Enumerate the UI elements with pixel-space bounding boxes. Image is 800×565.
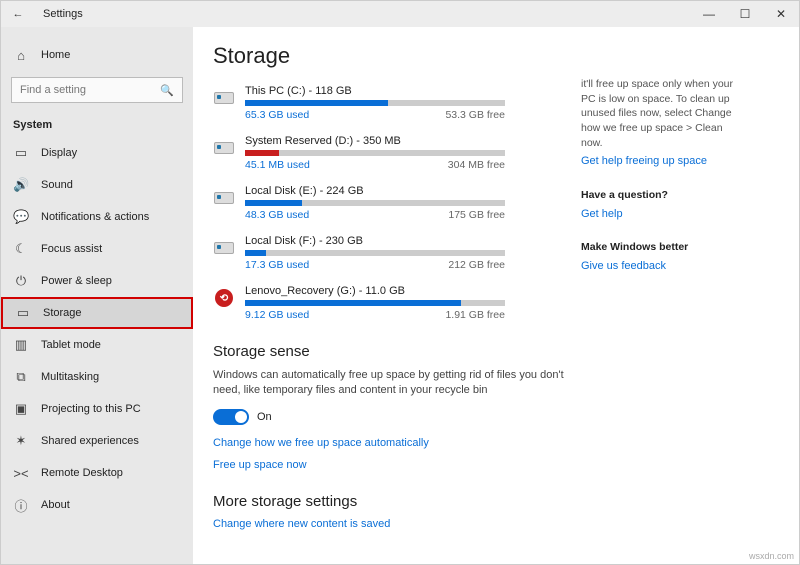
sidebar-item-label: Notifications & actions	[41, 211, 149, 223]
sidebar-item-sound[interactable]: 🔊 Sound	[1, 169, 193, 201]
drive-row[interactable]: ⟲ Lenovo_Recovery (G:) - 11.0 GB 9.12 GB…	[213, 285, 573, 321]
sidebar-item-icon: ⏻	[13, 273, 29, 289]
link-free-up-now[interactable]: Free up space now	[213, 459, 573, 471]
sidebar-item-projecting-to-this-pc[interactable]: ▣ Projecting to this PC	[1, 393, 193, 425]
sidebar-item-tablet-mode[interactable]: ▥ Tablet mode	[1, 329, 193, 361]
search-placeholder: Find a setting	[20, 84, 160, 96]
sidebar-item-about[interactable]: ⓘ About	[1, 489, 193, 521]
drive-used: 48.3 GB used	[245, 209, 309, 221]
search-icon: 🔍	[160, 84, 174, 97]
window-title: Settings	[43, 8, 83, 20]
page-title: Storage	[213, 43, 573, 69]
sidebar-item-shared-experiences[interactable]: ✶ Shared experiences	[1, 425, 193, 457]
drive-used: 9.12 GB used	[245, 309, 309, 321]
sidebar-item-icon: 🔊	[13, 177, 29, 193]
sidebar-section-header: System	[1, 109, 193, 137]
drive-row[interactable]: This PC (C:) - 118 GB 65.3 GB used 53.3 …	[213, 85, 573, 121]
aside-feedback-heading: Make Windows better	[581, 240, 737, 255]
maximize-button[interactable]: ☐	[727, 1, 763, 27]
home-icon: ⌂	[13, 48, 29, 63]
drive-used: 45.1 MB used	[245, 159, 310, 171]
drive-free: 1.91 GB free	[445, 309, 505, 321]
aside-panel: it'll free up space only when your PC is…	[573, 27, 753, 564]
titlebar: ← Settings — ☐ ✕	[1, 1, 799, 27]
drive-used: 65.3 GB used	[245, 109, 309, 121]
sidebar-item-display[interactable]: ▭ Display	[1, 137, 193, 169]
drive-row[interactable]: Local Disk (F:) - 230 GB 17.3 GB used 21…	[213, 235, 573, 271]
drive-name: Lenovo_Recovery (G:) - 11.0 GB	[245, 285, 573, 297]
storage-sense-toggle[interactable]	[213, 409, 249, 425]
drive-free: 175 GB free	[448, 209, 505, 221]
drive-free: 212 GB free	[448, 259, 505, 271]
drive-usage-bar	[245, 150, 505, 156]
drive-name: Local Disk (F:) - 230 GB	[245, 235, 573, 247]
sidebar-item-label: Focus assist	[41, 243, 102, 255]
close-button[interactable]: ✕	[763, 1, 799, 27]
sidebar-item-label: Power & sleep	[41, 275, 112, 287]
sidebar-item-label: Remote Desktop	[41, 467, 123, 479]
sidebar-item-label: Storage	[43, 307, 82, 319]
lenovo-icon: ⟲	[215, 289, 233, 307]
more-storage-heading: More storage settings	[213, 493, 573, 510]
sidebar-home[interactable]: ⌂ Home	[1, 39, 193, 71]
sidebar-item-label: Sound	[41, 179, 73, 191]
watermark: wsxdn.com	[749, 551, 794, 561]
sidebar-item-icon: ▥	[13, 337, 29, 353]
aside-question-heading: Have a question?	[581, 188, 737, 203]
sidebar-item-icon: ⓘ	[13, 496, 29, 515]
disk-icon	[214, 242, 234, 254]
drive-row[interactable]: Local Disk (E:) - 224 GB 48.3 GB used 17…	[213, 185, 573, 221]
drive-free: 304 MB free	[448, 159, 505, 171]
sidebar-item-label: Tablet mode	[41, 339, 101, 351]
storage-sense-desc: Windows can automatically free up space …	[213, 368, 573, 399]
sidebar-item-icon: 💬	[13, 209, 29, 225]
link-change-free-up[interactable]: Change how we free up space automaticall…	[213, 437, 573, 449]
search-input[interactable]: Find a setting 🔍	[11, 77, 183, 103]
sidebar-item-storage[interactable]: ▭ Storage	[1, 297, 193, 329]
sidebar-item-remote-desktop[interactable]: >< Remote Desktop	[1, 457, 193, 489]
link-give-feedback[interactable]: Give us feedback	[581, 259, 737, 274]
sidebar-item-icon: ▣	[13, 401, 29, 417]
drive-usage-bar	[245, 100, 505, 106]
drive-used: 17.3 GB used	[245, 259, 309, 271]
sidebar-item-icon: ><	[13, 466, 29, 481]
sidebar-item-icon: ⧉	[13, 369, 29, 385]
main-content: Storage This PC (C:) - 118 GB 65.3 GB us…	[193, 27, 573, 564]
drive-free: 53.3 GB free	[445, 109, 505, 121]
sidebar: ⌂ Home Find a setting 🔍 System ▭ Display 🔊…	[1, 27, 193, 564]
link-get-help[interactable]: Get help	[581, 207, 737, 222]
drive-name: This PC (C:) - 118 GB	[245, 85, 573, 97]
sidebar-item-label: Shared experiences	[41, 435, 139, 447]
sidebar-item-label: Display	[41, 147, 77, 159]
sidebar-item-power-sleep[interactable]: ⏻ Power & sleep	[1, 265, 193, 297]
disk-icon	[214, 142, 234, 154]
minimize-button[interactable]: —	[691, 1, 727, 27]
sidebar-item-icon: ▭	[15, 305, 31, 321]
drive-usage-bar	[245, 250, 505, 256]
sidebar-item-focus-assist[interactable]: ☾ Focus assist	[1, 233, 193, 265]
sidebar-item-icon: ▭	[13, 145, 29, 161]
sidebar-item-multitasking[interactable]: ⧉ Multitasking	[1, 361, 193, 393]
drive-name: System Reserved (D:) - 350 MB	[245, 135, 573, 147]
disk-icon	[214, 192, 234, 204]
sidebar-item-label: About	[41, 499, 70, 511]
sidebar-item-icon: ✶	[13, 433, 29, 449]
disk-icon	[214, 92, 234, 104]
drive-row[interactable]: System Reserved (D:) - 350 MB 45.1 MB us…	[213, 135, 573, 171]
drive-usage-bar	[245, 200, 505, 206]
drive-name: Local Disk (E:) - 224 GB	[245, 185, 573, 197]
sidebar-item-icon: ☾	[13, 241, 29, 257]
sidebar-item-notifications-actions[interactable]: 💬 Notifications & actions	[1, 201, 193, 233]
sidebar-home-label: Home	[41, 49, 70, 61]
storage-sense-heading: Storage sense	[213, 343, 573, 360]
link-change-save-location[interactable]: Change where new content is saved	[213, 518, 573, 530]
back-button[interactable]: ←	[9, 8, 27, 20]
sidebar-item-label: Projecting to this PC	[41, 403, 141, 415]
sidebar-item-label: Multitasking	[41, 371, 99, 383]
link-get-help-space[interactable]: Get help freeing up space	[581, 154, 737, 169]
aside-tip-text: it'll free up space only when your PC is…	[581, 77, 737, 150]
storage-sense-toggle-label: On	[257, 411, 272, 423]
drive-usage-bar	[245, 300, 505, 306]
